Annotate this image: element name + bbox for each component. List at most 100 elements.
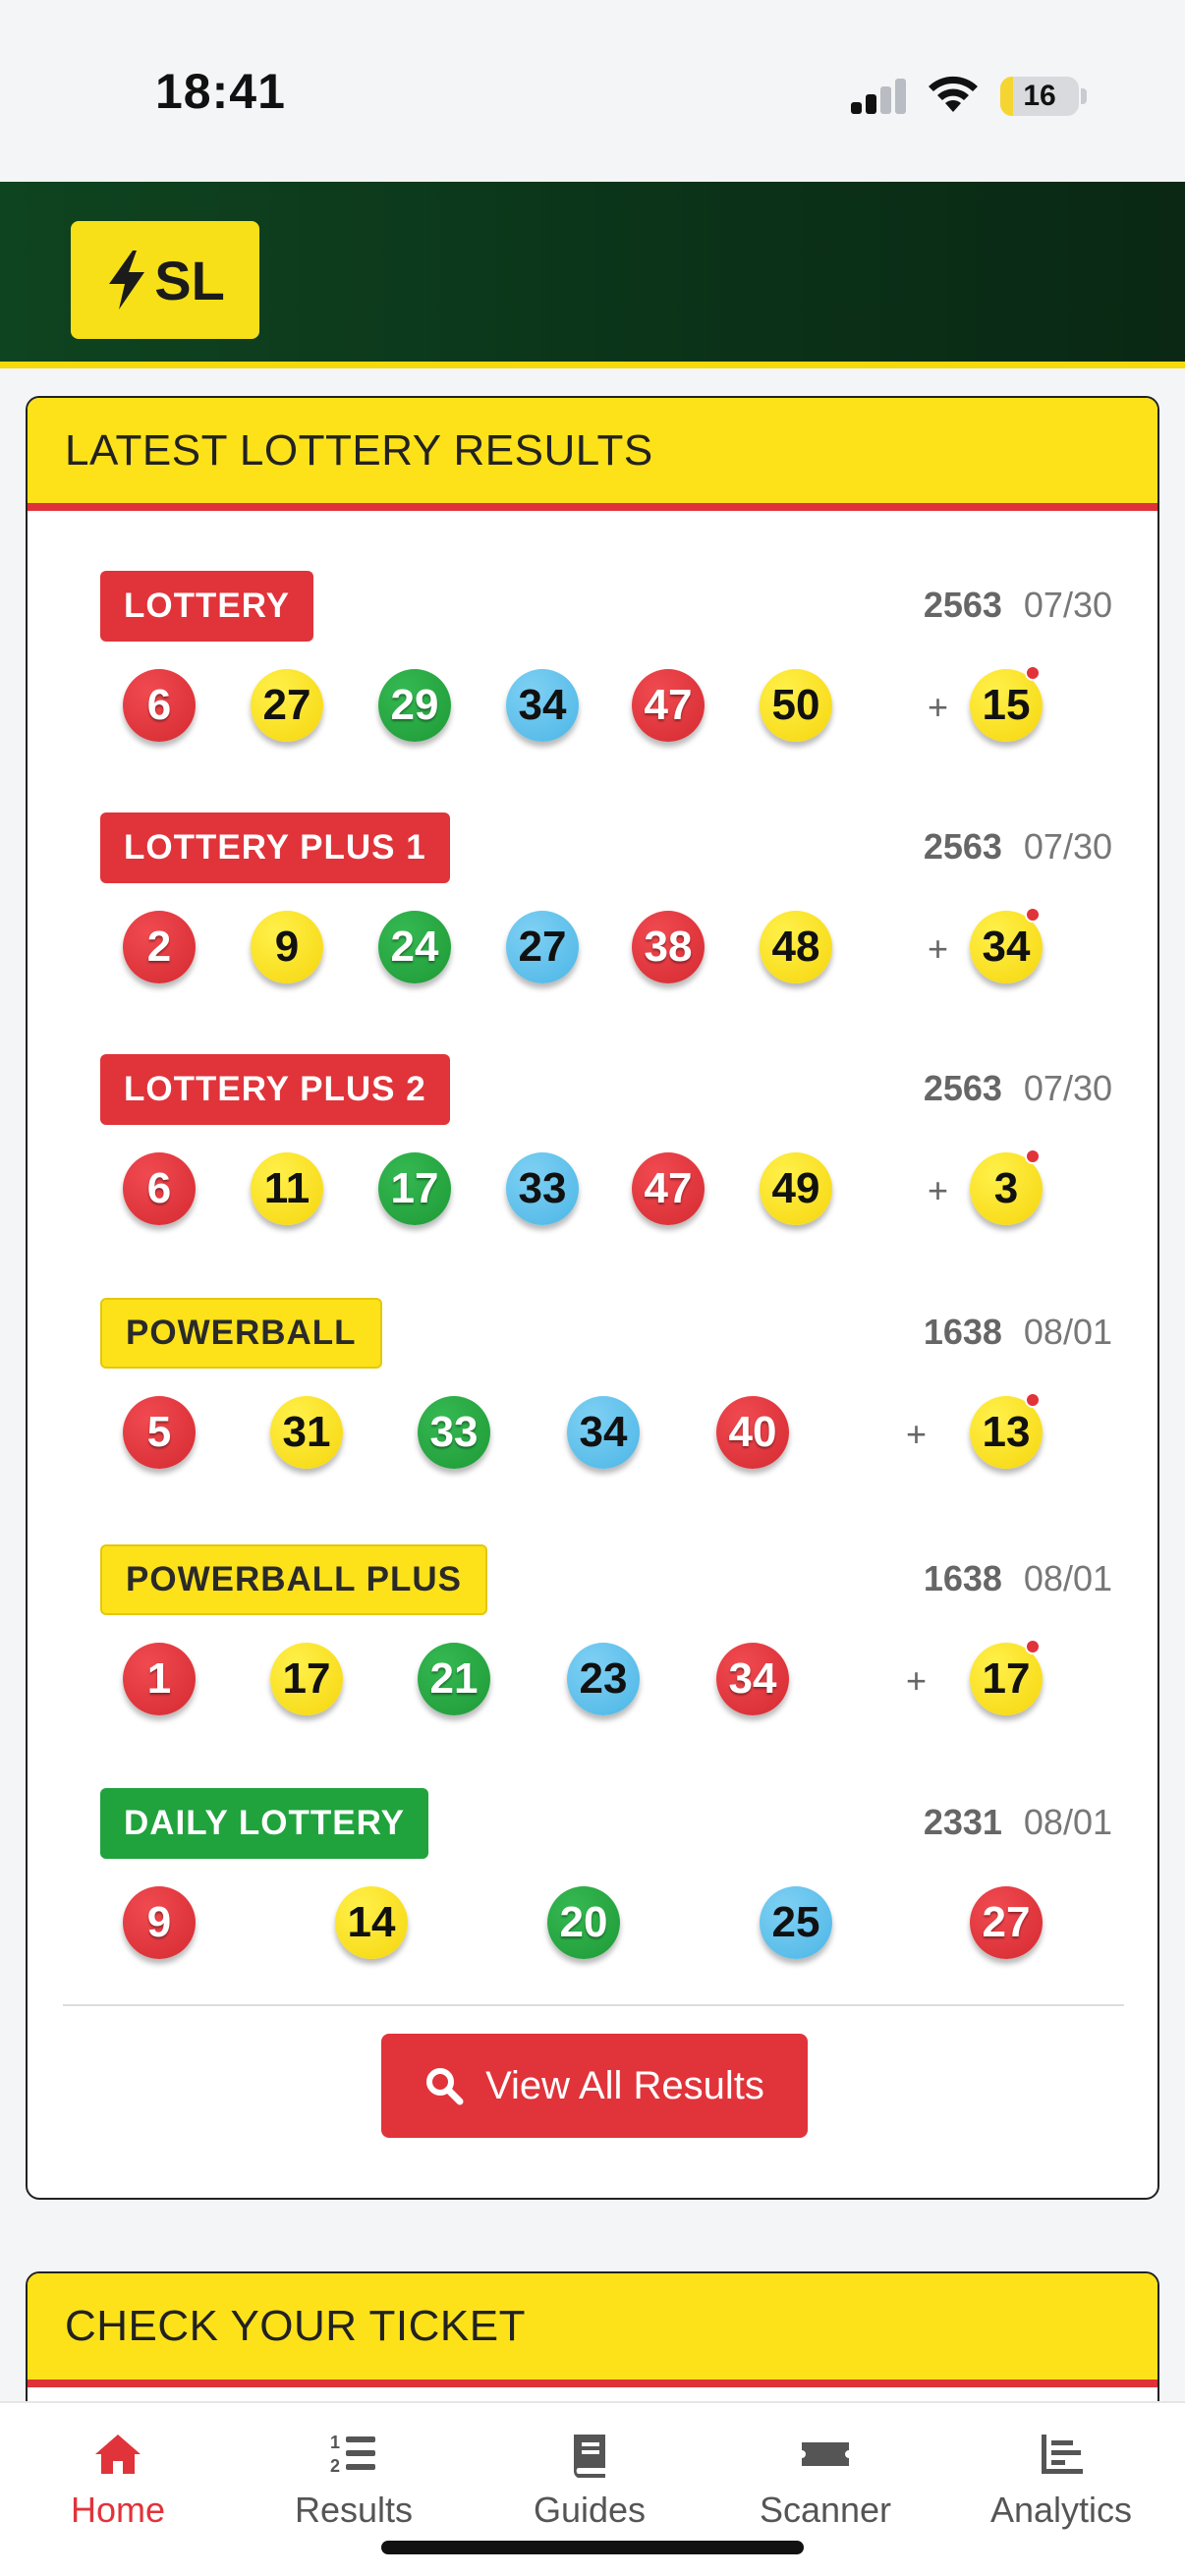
lottery-ball: 47: [632, 1152, 705, 1225]
draw-date: 08/01: [1023, 1312, 1112, 1352]
lottery-ball: 34: [506, 669, 579, 742]
game-badge: LOTTERY PLUS 1: [100, 812, 450, 883]
lightning-bolt-icon: [109, 251, 145, 309]
lottery-ball: 24: [378, 911, 451, 983]
lottery-ball: 17: [270, 1643, 343, 1715]
tab-scanner-label: Scanner: [759, 2490, 892, 2530]
bonus-indicator-dot: [1025, 665, 1041, 681]
lottery-ball: 9: [251, 911, 323, 983]
lottery-ball: 21: [418, 1643, 490, 1715]
lottery-ball: 9: [123, 1886, 196, 1959]
game-header: POWERBALL 1638 08/01: [100, 1298, 1112, 1371]
status-time: 18:41: [155, 64, 286, 119]
ball-row: 5 31 33 34 40 +13: [100, 1392, 1112, 1475]
draw-meta: 2563 07/30: [924, 1068, 1112, 1109]
game-powerball-plus[interactable]: POWERBALL PLUS 1638 08/01 1 17 21 23 34 +17: [100, 1544, 1112, 1715]
game-header: LOTTERY PLUS 2 2563 07/30: [100, 1054, 1112, 1127]
draw-number: 2563: [923, 1068, 1002, 1108]
game-badge: POWERBALL: [100, 1298, 382, 1369]
game-badge: DAILY LOTTERY: [100, 1788, 428, 1859]
draw-number: 2563: [923, 826, 1002, 867]
latest-results-card: LATEST LOTTERY RESULTS LOTTERY 2563 07/30 6…: [26, 396, 1159, 2200]
game-badge: LOTTERY PLUS 2: [100, 1054, 450, 1125]
status-bar: 18:41 16: [0, 0, 1185, 182]
game-lottery[interactable]: LOTTERY 2563 07/30 6 27 29 34 47 50 +15: [100, 571, 1112, 742]
game-header: LOTTERY PLUS 1 2563 07/30: [100, 812, 1112, 885]
lottery-ball: 38: [632, 911, 705, 983]
battery-level: 16: [1023, 80, 1056, 112]
lottery-ball: 33: [506, 1152, 579, 1225]
cellular-signal-icon: [851, 79, 908, 114]
tab-analytics[interactable]: Analytics: [943, 2403, 1179, 2531]
tab-home[interactable]: Home: [0, 2403, 236, 2531]
draw-date: 07/30: [1023, 585, 1112, 625]
bonus-ball: 34: [970, 907, 1043, 983]
view-all-results-button[interactable]: View All Results: [381, 2034, 808, 2138]
game-powerball[interactable]: POWERBALL 1638 08/01 5 31 33 34 40 +13: [100, 1298, 1112, 1469]
bonus-indicator-dot: [1025, 1639, 1041, 1654]
game-daily-lottery[interactable]: DAILY LOTTERY 2331 08/01 9 14 20 25 27: [100, 1788, 1112, 1959]
plus-sign: +: [906, 1660, 928, 1701]
bonus-indicator-dot: [1025, 1392, 1041, 1408]
bonus-ball: 17: [970, 1639, 1043, 1715]
lottery-ball: 20: [547, 1886, 620, 1959]
chart-icon: [1042, 2435, 1083, 2474]
lottery-ball: 27: [251, 669, 323, 742]
draw-date: 08/01: [1023, 1802, 1112, 1842]
lottery-ball: 31: [270, 1396, 343, 1469]
check-ticket-header: CHECK YOUR TICKET: [28, 2273, 1157, 2387]
game-lottery-plus-1[interactable]: LOTTERY PLUS 1 2563 07/30 2 9 24 27 38 48 +34: [100, 812, 1112, 983]
lottery-ball: 2: [123, 911, 196, 983]
search-icon: [426, 2068, 464, 2105]
lottery-ball: 47: [632, 669, 705, 742]
game-badge: LOTTERY: [100, 571, 314, 642]
lottery-ball: 40: [716, 1396, 789, 1469]
wifi-icon: [929, 76, 978, 112]
draw-meta: 1638 08/01: [924, 1558, 1112, 1599]
bonus-ball: 15: [970, 665, 1043, 742]
bonus-ball: 3: [970, 1148, 1043, 1225]
home-indicator: [381, 2541, 804, 2554]
view-all-results-label: View All Results: [485, 2063, 764, 2107]
lottery-ball: 34: [716, 1643, 789, 1715]
draw-meta: 1638 08/01: [924, 1312, 1112, 1353]
draw-number: 1638: [923, 1558, 1002, 1598]
tab-scanner[interactable]: Scanner: [707, 2403, 943, 2531]
game-header: POWERBALL PLUS 1638 08/01: [100, 1544, 1112, 1617]
game-header: DAILY LOTTERY 2331 08/01: [100, 1788, 1112, 1861]
ball-row: 6 11 17 33 47 49 +3: [100, 1148, 1112, 1231]
tab-guides-label: Guides: [533, 2490, 647, 2530]
draw-meta: 2331 08/01: [924, 1802, 1112, 1843]
tab-results-label: Results: [294, 2490, 414, 2530]
lottery-ball: 48: [760, 911, 832, 983]
ball-row: 6 27 29 34 47 50 +15: [100, 665, 1112, 748]
tab-guides[interactable]: Guides: [472, 2403, 707, 2531]
app-header: SL: [0, 182, 1185, 368]
tab-results[interactable]: 1 2 Results: [236, 2403, 472, 2531]
lottery-ball: 14: [335, 1886, 408, 1959]
bonus-ball-number: 17: [982, 1654, 1031, 1703]
lottery-ball: 6: [123, 1152, 196, 1225]
svg-text:2: 2: [330, 2456, 340, 2476]
lottery-ball: 50: [760, 669, 832, 742]
draw-meta: 2563 07/30: [924, 585, 1112, 626]
lottery-ball: 49: [760, 1152, 832, 1225]
app-logo[interactable]: SL: [71, 221, 259, 339]
bonus-ball-number: 15: [982, 681, 1031, 729]
draw-meta: 2563 07/30: [924, 826, 1112, 868]
draw-number: 2331: [923, 1802, 1002, 1842]
game-lottery-plus-2[interactable]: LOTTERY PLUS 2 2563 07/30 6 11 17 33 47 49 +3: [100, 1054, 1112, 1225]
draw-number: 2563: [923, 585, 1002, 625]
bonus-indicator-dot: [1025, 1148, 1041, 1164]
lottery-ball: 27: [970, 1886, 1043, 1959]
lottery-ball: 11: [251, 1152, 323, 1225]
plus-sign: +: [928, 928, 949, 969]
bonus-ball-number: 13: [982, 1408, 1031, 1456]
ball-row: 1 17 21 23 34 +17: [100, 1639, 1112, 1721]
list-ordered-icon: 1 2: [330, 2433, 375, 2476]
bonus-ball-number: 3: [993, 1164, 1019, 1212]
lottery-ball: 5: [123, 1396, 196, 1469]
home-icon: [95, 2435, 141, 2474]
tab-analytics-label: Analytics: [989, 2490, 1133, 2530]
svg-text:1: 1: [330, 2433, 340, 2452]
